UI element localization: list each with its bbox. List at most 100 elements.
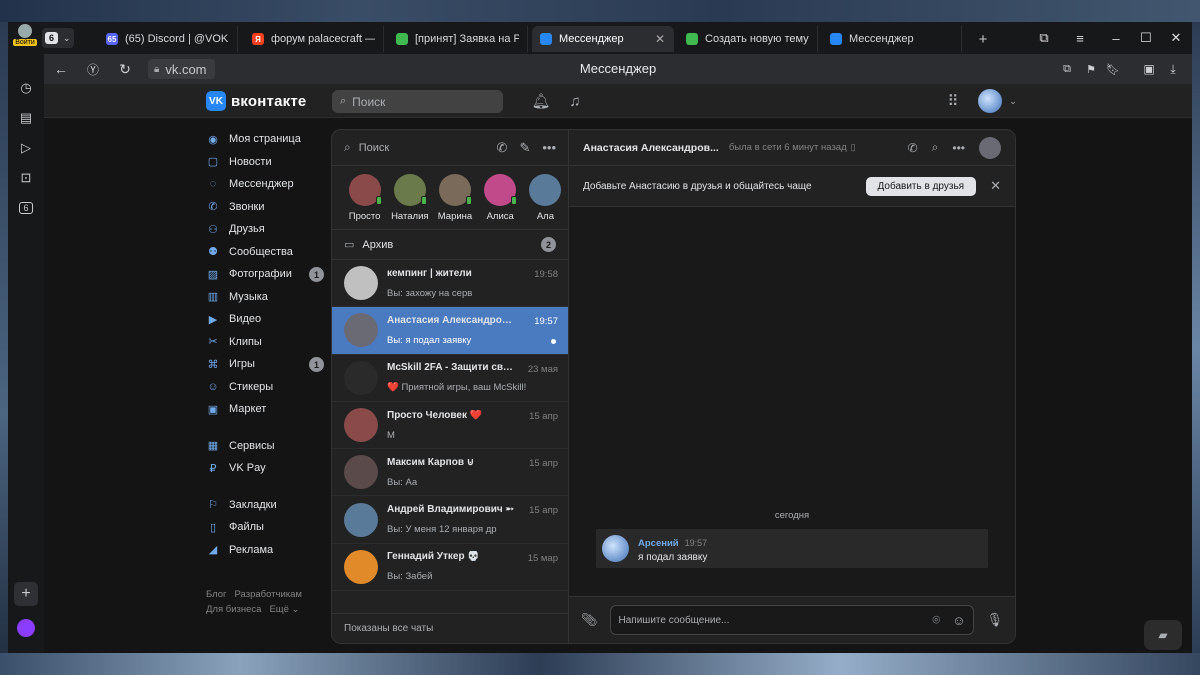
archive-row[interactable]: ▭ Архив 2 <box>332 230 568 260</box>
footer-blog-link[interactable]: Блог <box>206 589 227 600</box>
yandex-button[interactable]: Ⓨ <box>82 58 104 80</box>
reload-button[interactable]: ↻ <box>114 58 136 80</box>
nav-item[interactable]: ▢ Новости <box>206 151 324 174</box>
more-icon[interactable]: ••• <box>952 141 965 155</box>
conversation-item[interactable]: Андрей Владимирович ➵ Вы: У меня 12 январ… <box>332 496 568 544</box>
online-mobile-icon <box>375 196 382 205</box>
compose-icon[interactable]: ✎ <box>519 140 530 156</box>
bookmark-icon[interactable]: 🔖︎ <box>1102 58 1124 80</box>
conversation-item[interactable]: Анастасия Александровна Вы: я подал заявк… <box>332 307 568 355</box>
reader-icon[interactable]: ▣ <box>1138 58 1160 80</box>
conversation-item[interactable]: Просто Человек ❤️ М 15 апр <box>332 402 568 450</box>
message-item[interactable]: Арсений 19:57 я подал заявку <box>596 529 988 568</box>
recent-contact[interactable]: Просто <box>342 174 387 229</box>
message-author[interactable]: Арсений <box>638 538 679 549</box>
add-panel-button[interactable]: + <box>14 582 38 606</box>
browser-tab[interactable]: Создать новую тему - Ра <box>678 26 818 52</box>
online-mobile-icon <box>420 196 427 205</box>
profile-button[interactable]: Войти <box>12 24 38 52</box>
conversation-item[interactable]: кемпинг | жители Вы: захожу на серв 19:58 <box>332 260 568 308</box>
apps-grid-icon[interactable]: ⠿ <box>942 90 964 112</box>
nav-item[interactable]: ◢ Реклама <box>206 539 324 562</box>
notifications-bell-icon[interactable]: 🔔︎ <box>530 90 552 112</box>
contact-avatar[interactable] <box>979 136 1001 159</box>
recent-contact[interactable]: Ала <box>523 174 568 229</box>
call-icon[interactable]: ✆ <box>908 141 918 155</box>
collections-icon[interactable]: ⧉ <box>1026 22 1062 54</box>
search-icon[interactable]: ⌕ <box>932 140 939 155</box>
nav-item-label: Новости <box>229 155 272 168</box>
nav-item[interactable]: ✂ Клипы <box>206 331 324 354</box>
recent-contact[interactable]: Алиса <box>478 174 523 229</box>
conversation-item[interactable]: Максим Карпов ⊍ Вы: Аа 15 апр <box>332 449 568 497</box>
camera-icon[interactable]: ⌾ <box>932 612 940 628</box>
more-icon[interactable]: ••• <box>542 140 556 155</box>
nav-item[interactable]: ⚇ Друзья <box>206 218 324 241</box>
back-button[interactable]: ← <box>50 58 72 80</box>
conversation-item[interactable]: McSkill 2FA - Защити свой ❤️ Приятной игр… <box>332 355 568 402</box>
vk-search-input[interactable]: ⌕ Поиск <box>332 90 503 113</box>
new-call-icon[interactable]: ✆ <box>497 140 508 156</box>
extensions-icon[interactable]: ⚑ <box>1080 58 1102 80</box>
nav-item[interactable]: ▦ Сервисы <box>206 435 324 458</box>
close-icon[interactable]: ✕ <box>990 178 1001 194</box>
nav-item[interactable]: ⚉ Сообщества <box>206 241 324 264</box>
nav-item[interactable]: ◌ Мессенджер <box>206 173 324 196</box>
desktop-background-right <box>1192 22 1200 675</box>
browser-tab[interactable]: Мессенджер <box>822 26 962 52</box>
message-input[interactable]: Напишите сообщение... ⌾ ☺ <box>609 605 975 635</box>
nav-item[interactable]: ◉ Моя страница <box>206 128 324 151</box>
nav-item[interactable]: ▯ Файлы <box>206 516 324 539</box>
phone-icon: ✆ <box>208 201 218 214</box>
vk-logo[interactable]: VK вконтакте <box>206 91 306 111</box>
conversation-item[interactable]: Геннадий Уткер 💀 Вы: Забей 15 мар <box>332 544 568 592</box>
nav-item-label: Друзья <box>229 223 265 236</box>
nav-item[interactable]: ⌘ Игры 1 <box>206 353 324 376</box>
new-tab-button[interactable]: + <box>973 26 993 52</box>
browser-tab[interactable]: Яфорум palacecraft — Янд <box>244 26 384 52</box>
nav-item[interactable]: ☺ Стикеры <box>206 376 324 399</box>
chat-bubble-button[interactable]: ▰ <box>1144 620 1182 650</box>
screenshot-icon[interactable]: ⊡ <box>14 166 38 190</box>
music-note-icon[interactable]: ♫ <box>564 90 586 112</box>
message-author-avatar[interactable] <box>602 535 629 562</box>
nav-item[interactable]: ✆ Звонки <box>206 196 324 219</box>
browser-tab[interactable]: [принят] Заявка на РП-М <box>388 26 528 52</box>
close-button[interactable]: ✕ <box>1158 22 1192 54</box>
footer-business-link[interactable]: Для бизнеса <box>206 604 261 615</box>
alice-button[interactable] <box>14 616 38 640</box>
play-icon[interactable]: ▷ <box>14 136 38 160</box>
attach-icon[interactable]: 📎︎ <box>581 612 598 628</box>
footer-more-link[interactable]: Ещё ⌄ <box>269 604 299 615</box>
more-icon[interactable]: ••• <box>14 646 38 654</box>
browser-tab[interactable]: Мессенджер ✕ <box>532 26 674 52</box>
lock-icon: 🔒︎ <box>154 63 160 75</box>
notes-icon[interactable]: ▤ <box>14 106 38 130</box>
nav-item[interactable]: ⚐ Закладки <box>206 494 324 517</box>
chevron-down-icon[interactable]: ⌄ <box>1002 90 1024 112</box>
footer-dev-link[interactable]: Разработчикам <box>235 589 302 600</box>
history-icon[interactable]: ◷ <box>14 76 38 100</box>
chevron-down-icon: ⌄ <box>63 32 71 43</box>
url-field[interactable]: 🔒︎ vk.com <box>148 59 215 79</box>
nav-item[interactable]: ▣ Маркет <box>206 398 324 421</box>
emoji-icon[interactable]: ☺ <box>952 613 965 628</box>
chat-search-input[interactable]: Поиск <box>359 142 485 154</box>
downloads-icon[interactable]: ⤓ <box>1162 58 1184 80</box>
translate-icon[interactable]: ⧉ <box>1056 58 1078 80</box>
add-friend-button[interactable]: Добавить в друзья <box>865 176 977 196</box>
recent-contact[interactable]: Марина <box>432 174 477 229</box>
nav-item[interactable]: ▶ Видео <box>206 308 324 331</box>
nav-item[interactable]: ₽ VK Pay <box>206 457 324 480</box>
menu-icon[interactable]: ≡ <box>1062 22 1098 54</box>
recent-contact[interactable]: Наталия <box>387 174 432 229</box>
profile-avatar[interactable] <box>978 89 1002 113</box>
tab-close-icon[interactable]: ✕ <box>647 32 665 46</box>
tab-counter-button[interactable]: 6 ⌄ <box>42 28 74 48</box>
browser-tab[interactable]: 65 (65) Discord | @VOKI <box>98 26 238 52</box>
contact-name[interactable]: Анастасия Александров... <box>583 142 719 154</box>
microphone-icon[interactable]: 🎙︎ <box>986 612 1003 628</box>
nav-item[interactable]: ▥ Музыка <box>206 286 324 309</box>
nav-item[interactable]: ▨ Фотографии 1 <box>206 263 324 286</box>
side-counter-button[interactable]: 6 <box>14 196 38 220</box>
